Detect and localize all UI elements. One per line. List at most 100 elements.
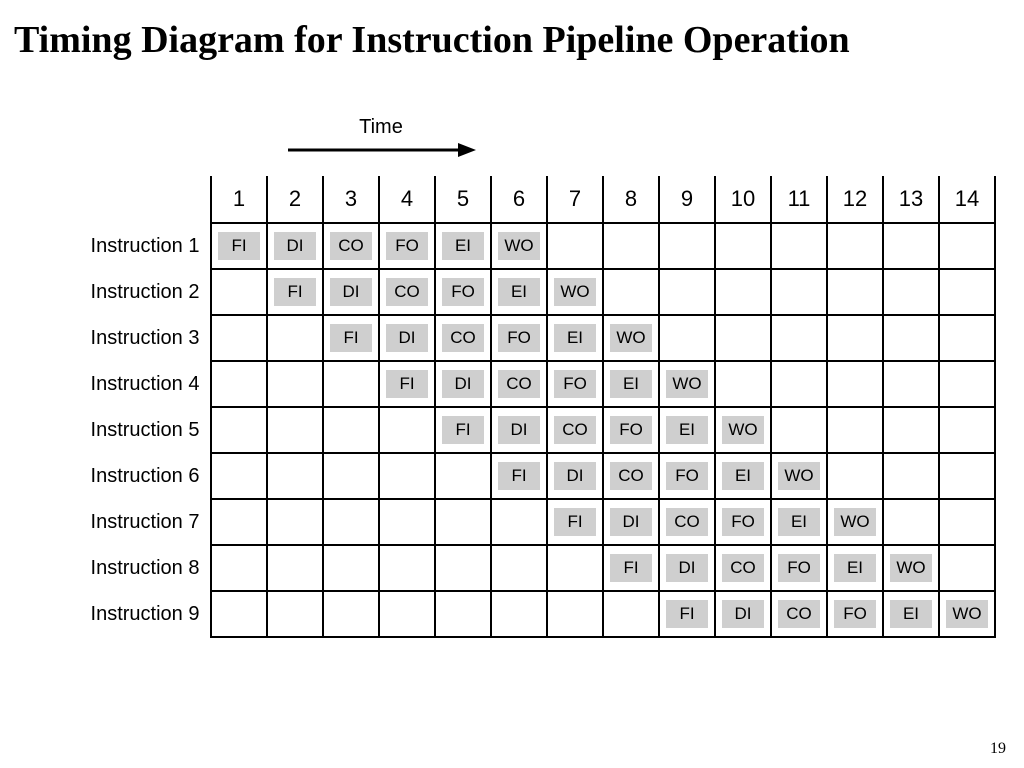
pipeline-cell: FO — [491, 315, 547, 361]
pipeline-cell — [883, 223, 939, 269]
pipeline-cell — [267, 361, 323, 407]
pipeline-cell — [379, 499, 435, 545]
stage-label: FO — [666, 462, 708, 490]
pipeline-cell: FI — [379, 361, 435, 407]
pipeline-cell — [603, 269, 659, 315]
stage-label: WO — [498, 232, 540, 260]
row-label: Instruction 8 — [80, 545, 211, 591]
pipeline-cell: FI — [435, 407, 491, 453]
pipeline-cell — [323, 361, 379, 407]
pipeline-cell — [883, 499, 939, 545]
time-axis: Time — [286, 116, 476, 159]
pipeline-cell: FI — [267, 269, 323, 315]
stage-label: FO — [834, 600, 876, 628]
column-header: 10 — [715, 176, 771, 223]
stage-label: EI — [442, 232, 484, 260]
pipeline-cell: FO — [771, 545, 827, 591]
pipeline-cell: FO — [603, 407, 659, 453]
stage-label: WO — [946, 600, 988, 628]
pipeline-cell: FO — [659, 453, 715, 499]
stage-label: EI — [498, 278, 540, 306]
pipeline-cell — [267, 407, 323, 453]
stage-label: DI — [274, 232, 316, 260]
page-number: 19 — [990, 740, 1006, 758]
pipeline-cell: FI — [659, 591, 715, 637]
row-label: Instruction 5 — [80, 407, 211, 453]
stage-label: CO — [778, 600, 820, 628]
pipeline-cell — [715, 269, 771, 315]
stage-label: FI — [274, 278, 316, 306]
pipeline-cell — [211, 361, 267, 407]
pipeline-cell — [491, 499, 547, 545]
pipeline-cell: CO — [547, 407, 603, 453]
pipeline-cell — [267, 315, 323, 361]
pipeline-cell: FO — [547, 361, 603, 407]
pipeline-cell — [547, 591, 603, 637]
stage-label: FO — [722, 508, 764, 536]
stage-label: DI — [666, 554, 708, 582]
corner-blank — [80, 176, 211, 223]
pipeline-cell — [323, 591, 379, 637]
pipeline-cell — [883, 453, 939, 499]
pipeline-cell — [659, 223, 715, 269]
row-label: Instruction 3 — [80, 315, 211, 361]
stage-label: CO — [498, 370, 540, 398]
pipeline-cell — [267, 591, 323, 637]
pipeline-cell: WO — [547, 269, 603, 315]
column-header: 14 — [939, 176, 995, 223]
pipeline-cell — [267, 499, 323, 545]
column-header: 11 — [771, 176, 827, 223]
pipeline-cell: CO — [491, 361, 547, 407]
stage-label: WO — [610, 324, 652, 352]
stage-label: DI — [722, 600, 764, 628]
pipeline-cell: FO — [827, 591, 883, 637]
stage-label: FI — [442, 416, 484, 444]
pipeline-cell: WO — [491, 223, 547, 269]
stage-label: WO — [666, 370, 708, 398]
pipeline-cell: DI — [715, 591, 771, 637]
stage-label: WO — [834, 508, 876, 536]
pipeline-cell — [323, 407, 379, 453]
pipeline-cell: WO — [827, 499, 883, 545]
pipeline-cell: DI — [267, 223, 323, 269]
pipeline-cell — [379, 591, 435, 637]
pipeline-cell — [827, 453, 883, 499]
column-header: 12 — [827, 176, 883, 223]
pipeline-cell — [659, 269, 715, 315]
column-header: 5 — [435, 176, 491, 223]
row-label: Instruction 7 — [80, 499, 211, 545]
column-header: 4 — [379, 176, 435, 223]
pipeline-cell — [435, 591, 491, 637]
pipeline-cell — [939, 407, 995, 453]
pipeline-cell — [939, 545, 995, 591]
column-header: 2 — [267, 176, 323, 223]
stage-label: CO — [386, 278, 428, 306]
table-row: Instruction 1FIDICOFOEIWO — [80, 223, 995, 269]
column-header: 7 — [547, 176, 603, 223]
arrow-right-icon — [286, 141, 476, 159]
pipeline-cell — [827, 269, 883, 315]
pipeline-cell — [211, 407, 267, 453]
pipeline-cell: CO — [659, 499, 715, 545]
pipeline-cell: WO — [603, 315, 659, 361]
pipeline-cell — [379, 407, 435, 453]
column-header: 3 — [323, 176, 379, 223]
stage-label: CO — [330, 232, 372, 260]
pipeline-cell — [379, 545, 435, 591]
pipeline-cell: FO — [435, 269, 491, 315]
pipeline-cell — [267, 545, 323, 591]
pipeline-cell — [883, 361, 939, 407]
pipeline-cell — [827, 223, 883, 269]
pipeline-cell: EI — [659, 407, 715, 453]
stage-label: FO — [778, 554, 820, 582]
page-title: Timing Diagram for Instruction Pipeline … — [0, 0, 1024, 62]
pipeline-cell — [771, 315, 827, 361]
pipeline-cell: WO — [771, 453, 827, 499]
pipeline-cell: CO — [435, 315, 491, 361]
pipeline-cell — [211, 315, 267, 361]
table-row: Instruction 9FIDICOFOEIWO — [80, 591, 995, 637]
pipeline-cell — [379, 453, 435, 499]
pipeline-cell — [267, 453, 323, 499]
pipeline-cell — [323, 453, 379, 499]
stage-label: EI — [554, 324, 596, 352]
